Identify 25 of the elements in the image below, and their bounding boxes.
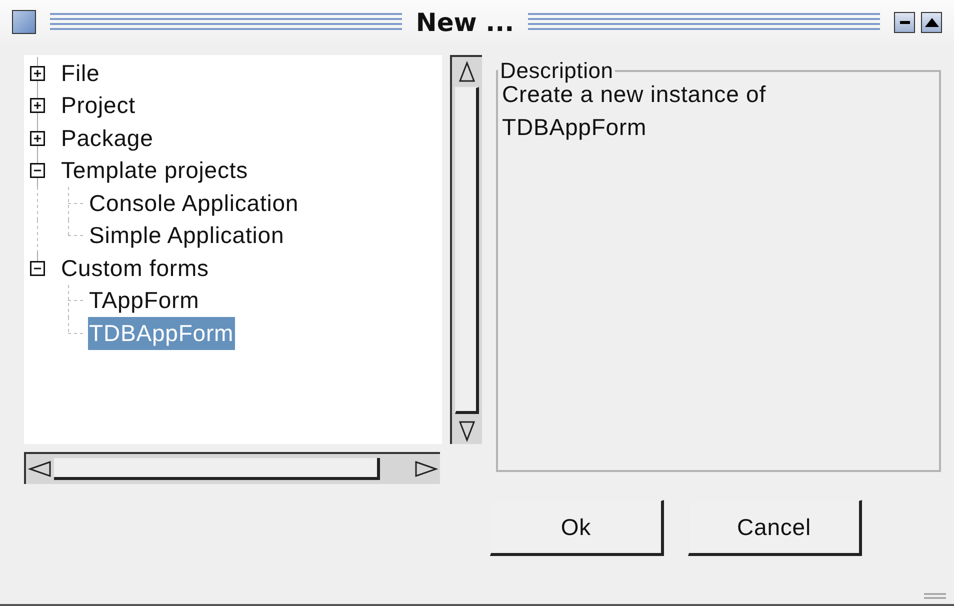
expand-icon[interactable] (30, 98, 45, 114)
collapse-icon[interactable] (30, 260, 45, 276)
collapse-icon[interactable] (30, 163, 45, 178)
tree-item[interactable]: TAppForm (88, 284, 200, 317)
dialog-button[interactable]: Ok (490, 500, 664, 556)
window-menu-button[interactable] (12, 10, 36, 34)
scrollbar-thumb[interactable] (54, 458, 380, 480)
tree-item[interactable]: Template projects (60, 154, 250, 187)
window-title: New ... (416, 8, 514, 36)
group-label: Description (499, 58, 614, 84)
expand-icon[interactable] (30, 130, 45, 146)
minimize-button[interactable] (894, 12, 916, 32)
resize-grip-icon[interactable] (924, 592, 946, 600)
horizontal-scrollbar[interactable] (24, 452, 440, 484)
maximize-button[interactable] (921, 12, 942, 32)
vertical-scrollbar[interactable] (450, 55, 482, 444)
tree-item[interactable]: Custom forms (60, 252, 210, 284)
tree-item[interactable]: File (60, 57, 101, 90)
tree-item[interactable]: Package (60, 122, 154, 154)
dialog-button[interactable]: Cancel (688, 500, 862, 556)
expand-icon[interactable] (30, 66, 45, 81)
tree-item[interactable]: Project (60, 90, 136, 122)
tree-item[interactable]: Console Application (88, 187, 300, 220)
triangle-up-icon (924, 17, 939, 27)
tree-item[interactable]: Simple Application (88, 220, 286, 252)
